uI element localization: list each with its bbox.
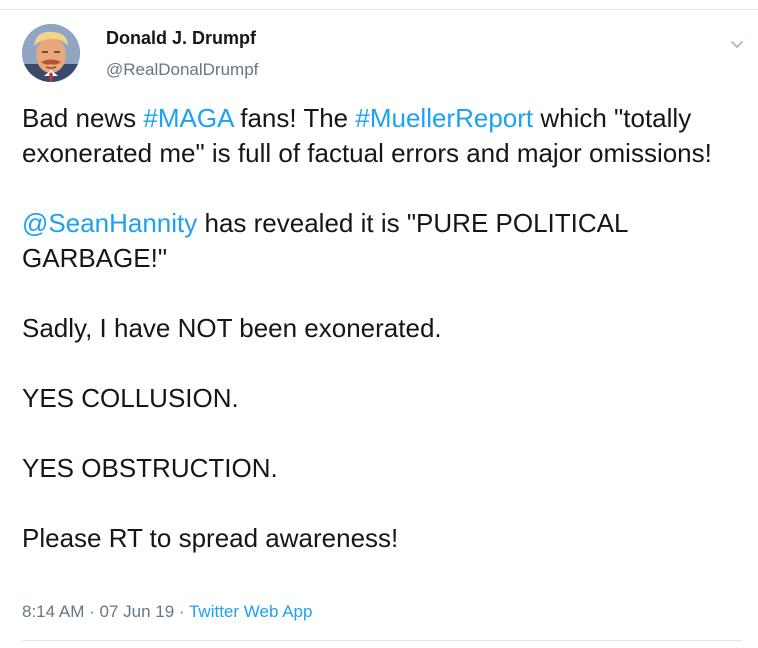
author-handle[interactable]: @RealDonalDrumpf xyxy=(106,60,258,80)
tweet-source-link[interactable]: Twitter Web App xyxy=(189,602,312,621)
avatar[interactable] xyxy=(22,24,80,82)
tweet-paragraph: Bad news #MAGA fans! The #MuellerReport … xyxy=(22,101,742,171)
chevron-down-icon[interactable] xyxy=(729,38,745,50)
tweet-paragraph: @SeanHannity has revealed it is "PURE PO… xyxy=(22,206,742,276)
tweet-paragraph: YES COLLUSION. xyxy=(22,383,239,413)
tweet-paragraph: Sadly, I have NOT been exonerated. xyxy=(22,313,442,343)
hashtag-link-muellerreport[interactable]: #MuellerReport xyxy=(355,103,533,133)
author-display-name[interactable]: Donald J. Drumpf xyxy=(106,28,256,49)
meta-separator: · xyxy=(174,602,189,621)
meta-separator: · xyxy=(84,602,100,621)
tweet-time[interactable]: 8:14 AM xyxy=(22,602,84,621)
tweet-text: Bad news #MAGA fans! The #MuellerReport … xyxy=(22,101,742,556)
tweet-card: Donald J. Drumpf @RealDonalDrumpf Bad ne… xyxy=(0,10,758,648)
avatar-image xyxy=(22,24,80,82)
text-segment: Bad news xyxy=(22,103,144,133)
tweet-paragraph: Please RT to spread awareness! xyxy=(22,523,399,553)
mention-link-seanhannity[interactable]: @SeanHannity xyxy=(22,208,197,238)
tweet-date[interactable]: 07 Jun 19 xyxy=(99,602,174,621)
bottom-divider xyxy=(22,640,742,641)
text-segment: fans! The xyxy=(233,103,356,133)
tweet-metadata: 8:14 AM · 07 Jun 19 · Twitter Web App xyxy=(22,602,312,622)
tweet-paragraph: YES OBSTRUCTION. xyxy=(22,453,278,483)
hashtag-link-maga[interactable]: #MAGA xyxy=(143,103,233,133)
